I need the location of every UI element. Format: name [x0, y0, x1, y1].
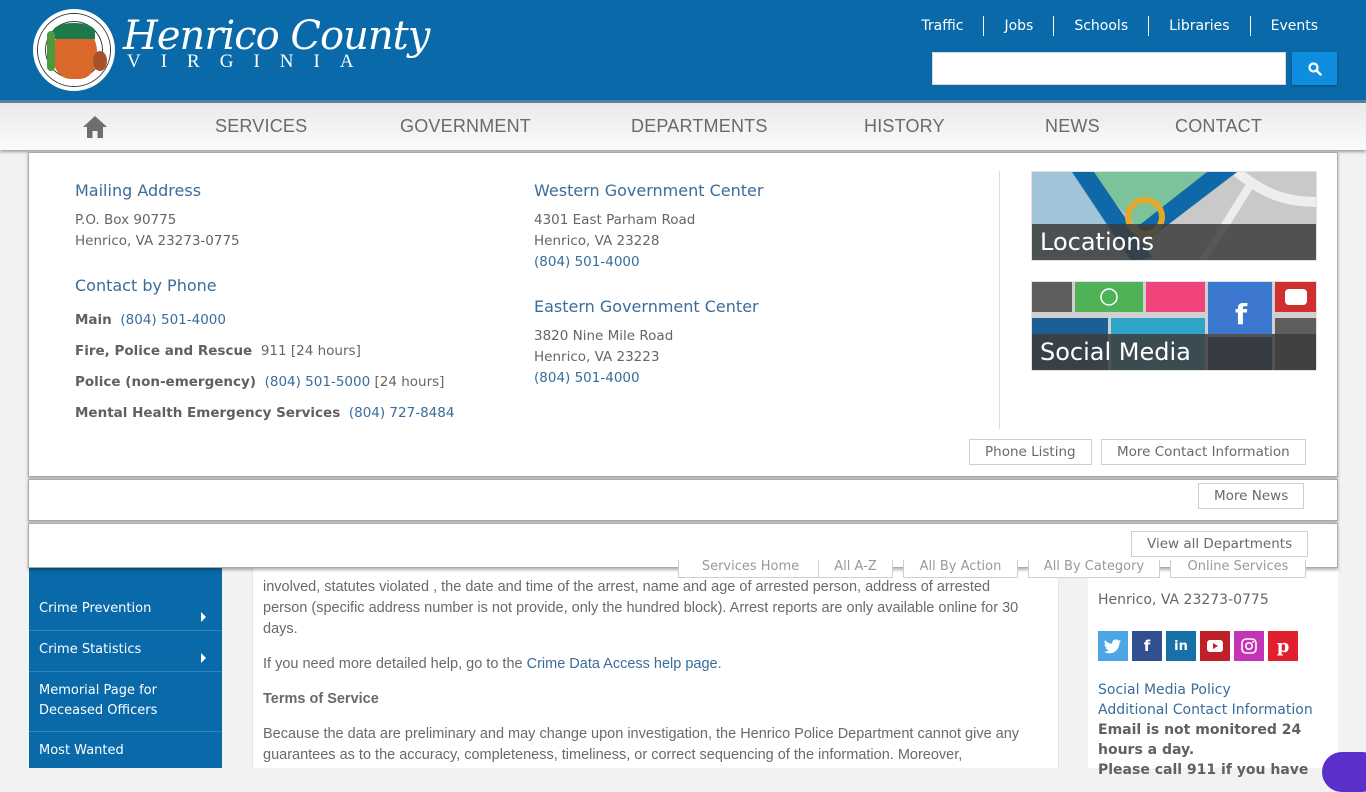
- western-center-address: 4301 East Parham Road Henrico, VA 23228 …: [534, 212, 696, 270]
- sidebar-item-label: Memorial Page for Deceased Officers: [39, 683, 158, 718]
- seal-plant: [47, 31, 55, 71]
- linkedin-icon[interactable]: in: [1166, 631, 1196, 661]
- seal-leaf: [93, 51, 107, 71]
- county-seal-logo[interactable]: [33, 9, 115, 91]
- youtube-icon[interactable]: [1200, 631, 1230, 661]
- locations-tile-label: Locations: [1032, 224, 1316, 260]
- phone-row-police-non-emergency: Police (non-emergency) (804) 501-5000 [2…: [75, 374, 445, 390]
- eastern-phone-link[interactable]: (804) 501-4000: [534, 370, 640, 386]
- search-button[interactable]: [1292, 52, 1337, 85]
- sidebar-item-label: Crime Prevention: [39, 601, 152, 616]
- all-a-z-button[interactable]: All A-Z: [818, 560, 893, 578]
- phone-row-main: Main (804) 501-4000: [75, 312, 226, 328]
- right-links: Social Media Policy Additional Contact I…: [1098, 680, 1333, 780]
- crime-data-help-link[interactable]: Crime Data Access help page: [527, 656, 718, 672]
- call-notice: Please call 911 if you have: [1098, 762, 1309, 778]
- link-traffic[interactable]: Traffic: [901, 16, 983, 36]
- phone-listing-button[interactable]: Phone Listing: [969, 439, 1092, 465]
- link-events[interactable]: Events: [1249, 16, 1318, 36]
- locations-tile[interactable]: Locations: [1031, 171, 1317, 261]
- search-icon: [1307, 61, 1322, 76]
- western-center-heading: Western Government Center: [534, 181, 764, 200]
- content-paragraph-partial: involved, statutes violated , the date a…: [263, 579, 991, 595]
- link-schools[interactable]: Schools: [1053, 16, 1148, 36]
- online-services-button[interactable]: Online Services: [1170, 560, 1306, 578]
- nav-services[interactable]: SERVICES: [215, 103, 307, 150]
- sidebar-item-label: Most Wanted: [39, 743, 124, 758]
- pinterest-icon[interactable]: p: [1268, 631, 1298, 661]
- content-paragraph-arrest-reports: person (specific address number is not p…: [263, 600, 1019, 637]
- all-by-action-button[interactable]: All By Action: [903, 560, 1018, 578]
- right-address: Henrico, VA 23273-0775: [1098, 592, 1269, 608]
- news-dropdown-panel: More News: [28, 479, 1338, 521]
- sidebar-nav: Crime Prevention Crime Statistics Memori…: [29, 568, 222, 768]
- column-divider: [999, 171, 1000, 429]
- main-content: involved, statutes violated , the date a…: [252, 568, 1059, 768]
- mailing-address-heading: Mailing Address: [75, 181, 202, 200]
- sidebar-item-memorial-page[interactable]: Memorial Page for Deceased Officers: [29, 672, 222, 732]
- eastern-center-address: 3820 Nine Mile Road Henrico, VA 23223 (8…: [534, 328, 674, 386]
- svg-text:f: f: [1235, 298, 1248, 331]
- sidebar-item-crime-statistics[interactable]: Crime Statistics: [29, 631, 222, 672]
- home-icon[interactable]: [82, 114, 108, 140]
- content-paragraph-terms: Because the data are preliminary and may…: [263, 726, 1020, 763]
- link-jobs[interactable]: Jobs: [983, 16, 1053, 36]
- sidebar-item-label: Crime Statistics: [39, 642, 142, 657]
- services-home-button[interactable]: Services Home: [678, 560, 823, 578]
- chat-widget-button[interactable]: [1322, 752, 1366, 792]
- social-media-policy-link[interactable]: Social Media Policy: [1098, 682, 1231, 698]
- brand-wordmark[interactable]: Henrico County VIRGINIA: [123, 14, 430, 72]
- view-all-departments-button[interactable]: View all Departments: [1131, 531, 1309, 557]
- nav-contact[interactable]: CONTACT: [1175, 103, 1262, 150]
- nav-departments[interactable]: DEPARTMENTS: [631, 103, 768, 150]
- contact-by-phone-heading: Contact by Phone: [75, 276, 217, 295]
- seal-headdress: [53, 23, 95, 39]
- western-phone-link[interactable]: (804) 501-4000: [534, 254, 640, 270]
- contact-dropdown-panel: Mailing Address P.O. Box 90775 Henrico, …: [28, 152, 1338, 477]
- phone-link-main[interactable]: (804) 501-4000: [120, 312, 226, 328]
- link-libraries[interactable]: Libraries: [1148, 16, 1249, 36]
- chevron-right-icon: [201, 612, 206, 622]
- social-media-tile-label: Social Media: [1032, 334, 1316, 370]
- email-notice: Email is not monitored 24 hours a day.: [1098, 722, 1302, 758]
- phone-row-mental-health: Mental Health Emergency Services (804) 7…: [75, 405, 455, 421]
- phone-row-fire-police-rescue: Fire, Police and Rescue 911 [24 hours]: [75, 343, 361, 359]
- phone-link-police[interactable]: (804) 501-5000: [265, 374, 371, 390]
- all-by-category-button[interactable]: All By Category: [1028, 560, 1160, 578]
- sidebar-item-most-wanted[interactable]: Most Wanted: [29, 732, 222, 772]
- nav-history[interactable]: HISTORY: [864, 103, 945, 150]
- sidebar-item-crime-prevention[interactable]: Crime Prevention: [29, 590, 222, 631]
- content-paragraph-help: If you need more detailed help, go to th…: [263, 656, 722, 672]
- utility-links: Traffic Jobs Schools Libraries Events: [901, 16, 1318, 36]
- terms-heading: Terms of Service: [263, 691, 379, 707]
- additional-contact-link[interactable]: Additional Contact Information: [1098, 702, 1313, 718]
- more-news-button[interactable]: More News: [1198, 483, 1305, 509]
- mailing-address: P.O. Box 90775 Henrico, VA 23273-0775: [75, 212, 240, 249]
- phone-link-mental-health[interactable]: (804) 727-8484: [349, 405, 455, 421]
- chevron-right-icon: [201, 653, 206, 663]
- twitter-icon[interactable]: [1098, 631, 1128, 661]
- social-media-tile[interactable]: f Social Media: [1031, 281, 1317, 371]
- nav-government[interactable]: GOVERNMENT: [400, 103, 531, 150]
- right-column: Henrico, VA 23273-0775 Social Media Poli…: [1088, 568, 1338, 778]
- search-input[interactable]: [932, 52, 1286, 85]
- main-nav: SERVICES GOVERNMENT DEPARTMENTS HISTORY …: [0, 100, 1366, 150]
- site-header: Henrico County VIRGINIA Traffic Jobs Sch…: [0, 0, 1366, 100]
- more-contact-information-button[interactable]: More Contact Information: [1101, 439, 1306, 465]
- eastern-center-heading: Eastern Government Center: [534, 297, 759, 316]
- facebook-icon[interactable]: f: [1132, 631, 1162, 661]
- nav-news[interactable]: NEWS: [1045, 103, 1100, 150]
- instagram-icon[interactable]: [1234, 631, 1264, 661]
